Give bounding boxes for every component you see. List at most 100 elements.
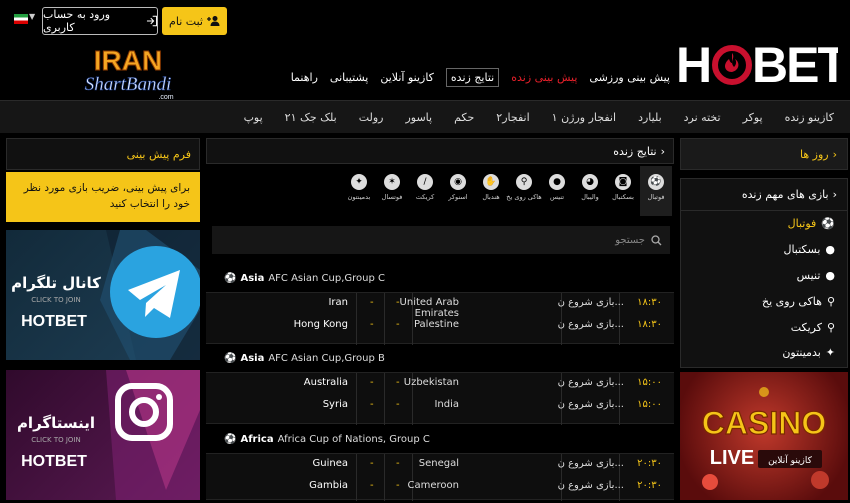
snooker-icon: ◉: [450, 174, 466, 190]
football-icon: ⚽: [821, 217, 835, 231]
tab-snooker[interactable]: ◉ اسنوکر: [442, 166, 474, 216]
nav-online-casino[interactable]: کازینو آنلاین: [380, 71, 434, 87]
match-status: بازی شروع ن...: [557, 297, 624, 308]
sport-label: هاکی روی یخ: [761, 294, 822, 308]
subnav-item[interactable]: رولت: [359, 111, 384, 124]
chevron-down-icon[interactable]: ▼: [29, 12, 35, 21]
search-input[interactable]: جستجو: [615, 235, 645, 246]
subnav-item[interactable]: پوپ: [244, 111, 263, 124]
login-button[interactable]: ورود به حساب کاربری: [42, 7, 158, 35]
register-button[interactable]: ثبت نام: [162, 7, 227, 35]
tab-label: بدمینتون: [347, 193, 371, 201]
live-sport-tennis[interactable]: تنیس ●: [681, 263, 847, 289]
league-header[interactable]: ⚽ Africa Africa Cup of Nations, Group C: [206, 427, 674, 451]
live-sport-badminton[interactable]: بدمینتون ✦: [681, 340, 847, 366]
match-time: ۲۰:۳۰: [637, 480, 662, 491]
match-row[interactable]: ۲۰:۳۰ بازی شروع ن... Senegal - - Guinea: [206, 454, 674, 476]
instagram-banner-art: اینستاگرام CLICK TO JOIN HOTBET: [17, 370, 200, 500]
iran-flag-icon[interactable]: [14, 14, 28, 24]
register-label: ثبت نام: [169, 14, 203, 28]
tab-tennis[interactable]: ● تنیس: [541, 166, 573, 216]
cricket-icon: /: [417, 174, 433, 190]
svg-text:BET: BET: [752, 37, 838, 92]
score: -: [396, 399, 400, 410]
team-away: Uzbekistan: [403, 377, 459, 388]
score: -: [370, 480, 374, 491]
nav-live-betting[interactable]: پیش بینی زنده: [511, 71, 577, 87]
handball-icon: ✋: [483, 174, 499, 190]
subnav-item[interactable]: پوکر: [743, 111, 763, 124]
score: -: [396, 377, 400, 388]
nav-sports-betting[interactable]: پیش بینی ورزشی: [589, 71, 670, 87]
tab-volleyball[interactable]: ◕ والیبال: [574, 166, 606, 216]
match-row[interactable]: ۲۰:۳۰ بازی شروع ن... Cameroon - - Gambia: [206, 476, 674, 498]
tab-futsal[interactable]: ✶ فوتسال: [376, 166, 408, 216]
live-sports-list: بازی های مهم زنده › فوتبال ⚽ بسکتبال ● تنی…: [680, 178, 848, 368]
days-dropdown[interactable]: روز ها ›: [680, 138, 848, 170]
league-name: AFC Asian Cup,Group C: [268, 272, 386, 284]
league-header[interactable]: ⚽ Asia AFC Asian Cup,Group B: [206, 346, 674, 370]
score: -: [370, 377, 374, 388]
subnav-item[interactable]: بلیارد: [638, 111, 662, 124]
subnav-item[interactable]: انفجار ورژن ۱: [552, 111, 616, 124]
sport-label: کریکت: [790, 320, 822, 334]
iranshartbandi-logo[interactable]: IRAN ShartBandi .com: [78, 46, 178, 104]
match-row[interactable]: ۱۸:۳۰ بازی شروع ن... United Arab Emirate…: [206, 293, 674, 319]
nav-support[interactable]: پشتیبانی: [330, 71, 368, 87]
subnav-item[interactable]: کازینو زنده: [785, 111, 834, 124]
subnav-item[interactable]: انفجار۲: [496, 111, 529, 124]
score: -: [396, 458, 400, 469]
cricket-icon: ⚲: [826, 320, 835, 334]
hotbet-logo[interactable]: H BET: [676, 36, 838, 92]
casino-live-text: LIVE: [710, 447, 754, 469]
match-row[interactable]: ۱۵:۰۰ بازی شروع ن... Uzbekistan - - Aust…: [206, 373, 674, 395]
telegram-banner[interactable]: کانال تلگرام CLICK TO JOIN HOTBET: [6, 230, 200, 360]
svg-text:IRAN: IRAN: [94, 46, 162, 76]
login-label: ورود به حساب کاربری: [43, 8, 111, 34]
tab-label: فوتبال: [647, 193, 665, 201]
tab-football[interactable]: ⚽ فوتبال: [640, 166, 672, 216]
tab-basketball[interactable]: ◙ بسکتبال: [607, 166, 639, 216]
tab-handball[interactable]: ✋ هندبال: [475, 166, 507, 216]
live-sport-football[interactable]: فوتبال ⚽: [681, 211, 847, 237]
chevron-down-icon: ›: [832, 147, 837, 161]
tab-cricket[interactable]: / کریکت: [409, 166, 441, 216]
team-away: Palestine: [413, 319, 459, 330]
match-time: ۲۰:۳۰: [637, 458, 662, 469]
live-games-title[interactable]: بازی های مهم زنده ›: [681, 179, 847, 211]
games-subnav: کازینو زنده پوکر تخته نرد بلیارد انفجار …: [0, 100, 850, 133]
basketball-icon: ◙: [615, 174, 631, 190]
nav-live-results[interactable]: نتایج زنده: [445, 68, 500, 87]
instagram-banner[interactable]: اینستاگرام CLICK TO JOIN HOTBET: [6, 370, 200, 500]
tab-label: بسکتبال: [612, 193, 634, 201]
subnav-item[interactable]: پاسور: [405, 111, 432, 124]
login-icon: [146, 15, 157, 27]
live-sport-icehockey[interactable]: هاکی روی یخ ⚲: [681, 288, 847, 314]
live-sport-cricket[interactable]: کریکت ⚲: [681, 314, 847, 340]
match-row[interactable]: ۱۸:۳۰ بازی شروع ن... Palestine - - Hong …: [206, 315, 674, 337]
telegram-banner-art: کانال تلگرام CLICK TO JOIN HOTBET: [11, 230, 200, 360]
svg-text:H: H: [676, 37, 710, 92]
badminton-icon: ✦: [351, 174, 367, 190]
live-games-label: بازی های مهم زنده: [741, 188, 829, 201]
match-status: بازی شروع ن...: [557, 480, 624, 491]
league-region: Asia: [240, 352, 265, 364]
live-sport-basketball[interactable]: بسکتبال ●: [681, 237, 847, 263]
sport-label: فوتبال: [787, 217, 817, 231]
live-results-header[interactable]: نتایج زنده ›: [206, 138, 674, 164]
team-home: Guinea: [312, 458, 348, 469]
tab-badminton[interactable]: ✦ بدمینتون: [343, 166, 375, 216]
subnav-item[interactable]: تخته نرد: [684, 111, 721, 124]
nav-help[interactable]: راهنما: [291, 71, 318, 87]
subnav-item[interactable]: بلک جک ۲۱: [285, 111, 337, 124]
instagram-sub: CLICK TO JOIN: [31, 436, 80, 444]
search-box[interactable]: جستجو: [212, 226, 670, 254]
subnav-item[interactable]: حکم: [454, 111, 474, 124]
league-region: Asia: [240, 272, 265, 284]
tab-icehockey[interactable]: ⚲ هاکی روی یخ: [506, 166, 542, 216]
league-header[interactable]: ⚽ Asia AFC Asian Cup,Group C: [206, 266, 674, 290]
match-status: بازی شروع ن...: [557, 458, 624, 469]
match-row[interactable]: ۱۵:۰۰ بازی شروع ن... India - - Syria: [206, 395, 674, 417]
days-label: روز ها: [800, 147, 829, 161]
casino-live-banner[interactable]: CASINO LIVE کازینو آنلاین: [680, 372, 848, 500]
